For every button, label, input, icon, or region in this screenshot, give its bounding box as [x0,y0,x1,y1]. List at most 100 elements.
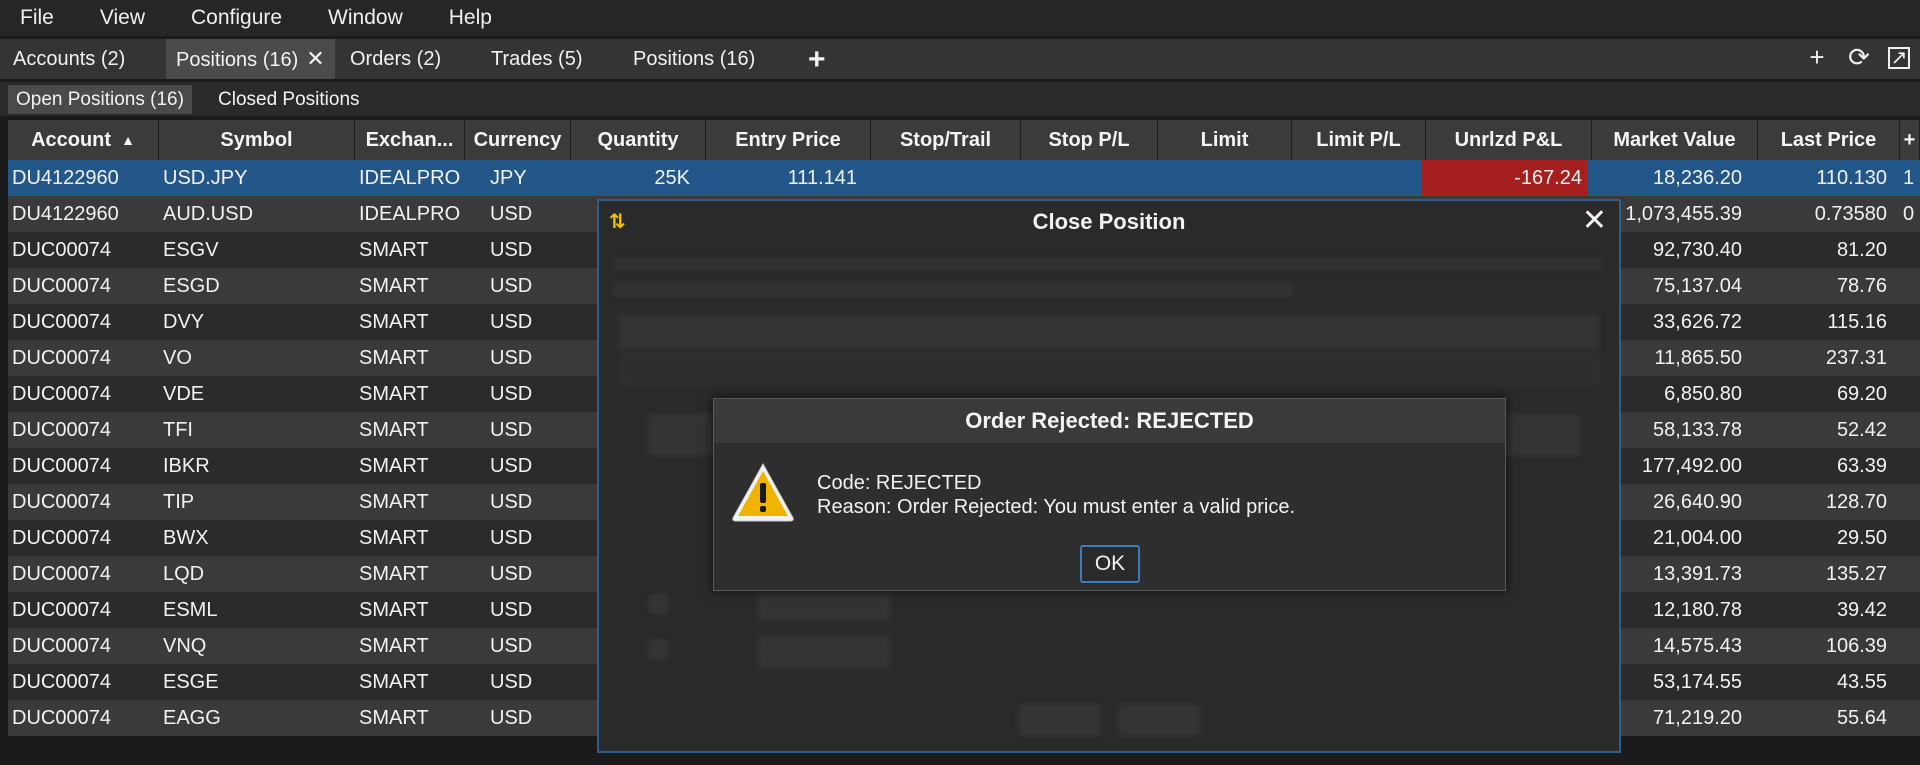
cell-symbol: AUD.USD [163,203,254,225]
column-header-market-value[interactable]: Market Value [1592,120,1758,160]
cell-exchange: SMART [359,347,429,369]
cell-currency: USD [490,599,533,621]
tab-open-positions[interactable]: Open Positions (16) [8,85,192,114]
alert-code: Code: REJECTED [817,472,982,494]
tab-label: Positions (16) [633,48,756,70]
refresh-icon[interactable]: ⟳ [1846,42,1872,73]
table-row[interactable]: DU4122960 USD.JPY IDEALPRO JPY 25K 111.141 -16… [8,160,1920,196]
cell-exchange: SMART [359,275,429,297]
blurred-button [1119,705,1199,735]
column-header-last-price[interactable]: Last Price [1758,120,1900,160]
column-header-unrealized-pnl[interactable]: Unrlzd P&L [1426,120,1592,160]
cell-last: 43.55 [1836,671,1887,693]
cell-edge [1903,304,1920,340]
header-label: Quantity [597,128,679,151]
cell-currency: JPY [490,167,527,189]
cell-account: DUC00074 [12,419,111,441]
cell-symbol: ESGE [163,671,219,693]
detach-icon[interactable]: ↗ [1888,46,1910,69]
dialog-title: Close Position [1032,209,1186,234]
tab-closed-positions[interactable]: Closed Positions [210,85,368,114]
add-tab-icon[interactable]: + [808,43,826,77]
cell-currency: USD [490,203,533,225]
tab-label: Trades (5) [491,48,583,70]
cell-symbol: ESML [163,599,218,621]
cell-account: DUC00074 [12,707,111,729]
header-label: Account [31,128,112,151]
tab-positions-active[interactable]: Positions (16) ✕ [166,39,335,79]
menu-view[interactable]: View [100,6,145,30]
tab-label: Positions (16) [176,49,299,71]
column-header-currency[interactable]: Currency [465,120,571,160]
cell-edge [1903,412,1920,448]
cell-symbol: ESGV [163,239,219,261]
cell-exchange: SMART [359,527,429,549]
cell-exchange: SMART [359,311,429,333]
cell-mktval: 18,236.20 [1653,167,1742,189]
cell-last: 78.76 [1836,275,1887,297]
alert-reason: Reason: Order Rejected: You must enter a… [817,496,1296,518]
cell-account: DUC00074 [12,311,111,333]
cell-account: DUC00074 [12,239,111,261]
menu-configure[interactable]: Configure [191,6,282,30]
menu-help[interactable]: Help [449,6,492,30]
add-column-icon[interactable]: + [1900,120,1920,160]
tab-orders[interactable]: Orders (2) [350,39,441,79]
cell-edge [1903,484,1920,520]
cell-edge [1903,556,1920,592]
column-header-stop-pl[interactable]: Stop P/L [1021,120,1158,160]
cell-account: DUC00074 [12,455,111,477]
header-label: Unrlzd P&L [1454,128,1563,151]
header-label: Currency [473,128,562,151]
column-header-symbol[interactable]: Symbol [159,120,355,160]
window-tabs: Accounts (2) Positions (16) ✕ Orders (2) … [0,39,1920,79]
column-header-limit[interactable]: Limit [1158,120,1292,160]
menu-window[interactable]: Window [328,6,403,30]
ok-button[interactable]: OK [1080,545,1140,583]
cell-exchange: SMART [359,383,429,405]
cell-edge [1903,520,1920,556]
column-header-exchange[interactable]: Exchan... [355,120,465,160]
blurred-table-row [619,353,1599,387]
header-label: Limit P/L [1316,128,1401,151]
blurred-field [759,593,889,619]
cell-edge [1903,268,1920,304]
cell-last: 115.16 [1827,311,1887,333]
cell-edge [1903,592,1920,628]
column-header-quantity[interactable]: Quantity [571,120,706,160]
header-label: Stop P/L [1048,128,1130,151]
blurred-button [1019,705,1099,735]
cell-exchange: IDEALPRO [359,203,461,225]
column-header-account[interactable]: Account ▲ [8,120,159,160]
tab-trades[interactable]: Trades (5) [491,39,583,79]
cell-symbol: VNQ [163,635,207,657]
cell-currency: USD [490,419,533,441]
cell-currency: USD [490,383,533,405]
column-header-limit-pl[interactable]: Limit P/L [1292,120,1426,160]
header-label: Entry Price [735,128,841,151]
cell-exchange: SMART [359,635,429,657]
column-header-stop-trail[interactable]: Stop/Trail [871,120,1021,160]
cell-edge [1903,448,1920,484]
cell-currency: USD [490,347,533,369]
cell-exchange: SMART [359,707,429,729]
header-label: Last Price [1780,128,1877,151]
close-icon[interactable]: ✕ [1582,203,1607,238]
column-header-entry-price[interactable]: Entry Price [706,120,871,160]
cell-account: DU4122960 [12,203,119,225]
cell-last: 81.20 [1836,239,1887,261]
tab-accounts[interactable]: Accounts (2) [13,39,125,79]
cell-last: 0.73580 [1814,203,1887,225]
cell-currency: USD [490,563,533,585]
cell-currency: USD [490,311,533,333]
cell-edge [1903,628,1920,664]
tab-positions[interactable]: Positions (16) [633,39,755,79]
add-icon[interactable]: + [1804,42,1830,73]
menu-file[interactable]: File [20,6,54,30]
close-icon[interactable]: ✕ [306,46,324,71]
cell-edge [1903,340,1920,376]
header-label: Exchan... [365,128,454,151]
cell-currency: USD [490,491,533,513]
cell-account: DUC00074 [12,563,111,585]
blurred-checkbox [649,595,667,613]
